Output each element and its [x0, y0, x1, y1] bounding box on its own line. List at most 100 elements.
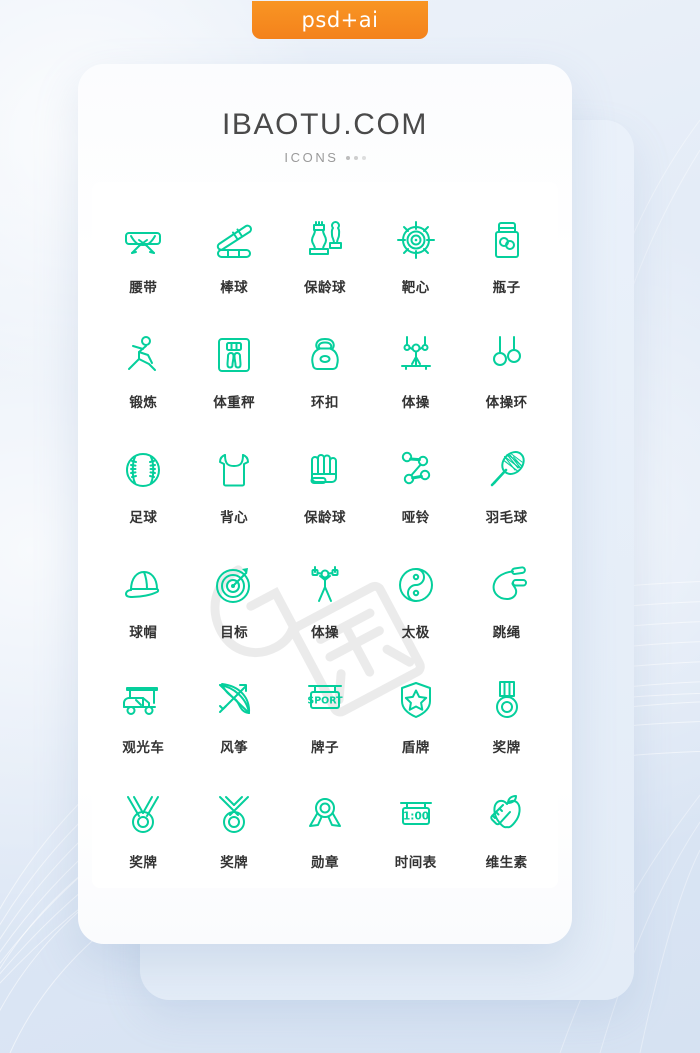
icon-label: 体重秤: [213, 395, 256, 411]
icon-label: 奖牌: [220, 855, 249, 871]
icon-cell[interactable]: 球帽: [98, 559, 189, 644]
icon-set-card: IBAOTU.COM ICONS 腰带 棒球 保龄球 靶心 瓶子 锻炼 体重秤 …: [78, 64, 572, 944]
baseball-bat-icon: [210, 214, 258, 266]
stretching-person-icon: [119, 329, 167, 381]
icon-label: 球帽: [129, 625, 158, 641]
gymnast-rings-icon: [392, 329, 440, 381]
icon-label: 勋章: [310, 855, 339, 871]
icon-cell[interactable]: 保龄球: [280, 444, 371, 529]
icon-label: 目标: [220, 625, 249, 641]
shield-star-icon: [392, 674, 440, 726]
icon-label: 风筝: [220, 740, 249, 756]
dumbbells-icon: [392, 444, 440, 496]
icon-cell[interactable]: 目标: [189, 559, 280, 644]
icon-cell[interactable]: 环扣: [280, 329, 371, 414]
icon-cell[interactable]: 靶心: [370, 214, 461, 299]
kettlebell-icon: [301, 329, 349, 381]
golf-cart-icon: [119, 674, 167, 726]
icon-cell[interactable]: 观光车: [98, 674, 189, 759]
icon-cell[interactable]: 哑铃: [370, 444, 461, 529]
icon-cell[interactable]: 瓶子: [461, 214, 552, 299]
icon-label: 体操: [401, 395, 430, 411]
icon-cell[interactable]: 维生素: [461, 789, 552, 874]
racket-icon: [483, 444, 531, 496]
psd-ai-badge: psd+ai: [252, 1, 428, 39]
medal-vneck-icon: [119, 789, 167, 841]
icon-cell[interactable]: 足球: [98, 444, 189, 529]
icon-cell[interactable]: 盾牌: [370, 674, 461, 759]
bowling-pins-icon: [301, 214, 349, 266]
jump-rope-icon: [483, 559, 531, 611]
icon-label: 保龄球: [303, 280, 346, 296]
card-subtitle-text: ICONS: [284, 150, 339, 165]
icon-cell[interactable]: 羽毛球: [461, 444, 552, 529]
badge-rosette-icon: [301, 789, 349, 841]
icon-cell[interactable]: 奖牌: [461, 674, 552, 759]
icon-grid: 腰带 棒球 保龄球 靶心 瓶子 锻炼 体重秤 环扣 体操 体操环 足球 背心 保…: [78, 214, 572, 874]
gymnastic-rings-icon: [483, 329, 531, 381]
icon-label: 体操: [310, 625, 339, 641]
weightlifter-icon: [301, 559, 349, 611]
icon-cell[interactable]: 背心: [189, 444, 280, 529]
tank-top-icon: [210, 444, 258, 496]
icon-label: 时间表: [394, 855, 437, 871]
yin-yang-icon: [392, 559, 440, 611]
weight-scale-icon: [210, 329, 258, 381]
icon-cell[interactable]: 锻炼: [98, 329, 189, 414]
medal-crossed-icon: [210, 789, 258, 841]
icon-label: 盾牌: [401, 740, 430, 756]
fist-icon: [301, 444, 349, 496]
icon-label: 体操环: [485, 395, 528, 411]
icon-label: 锻炼: [129, 395, 158, 411]
icon-cell[interactable]: 奖牌: [98, 789, 189, 874]
target-dart-icon: [210, 559, 258, 611]
supplement-bottle-icon: [483, 214, 531, 266]
icon-cell[interactable]: 保龄球: [280, 214, 371, 299]
icon-label: 瓶子: [492, 280, 521, 296]
belt-icon: [119, 214, 167, 266]
card-header: IBAOTU.COM ICONS: [78, 64, 572, 165]
timer-sign-text: 1:00: [403, 811, 429, 823]
icon-cell[interactable]: 体重秤: [189, 329, 280, 414]
cap-icon: [119, 559, 167, 611]
bullseye-icon: [392, 214, 440, 266]
icon-cell[interactable]: 1:00 时间表: [370, 789, 461, 874]
icon-label: 太极: [401, 625, 430, 641]
icon-label: 腰带: [129, 280, 158, 296]
page-title: IBAOTU.COM: [221, 108, 428, 141]
icon-cell[interactable]: 太极: [370, 559, 461, 644]
icon-cell[interactable]: 跳绳: [461, 559, 552, 644]
icon-label: 靶心: [401, 280, 430, 296]
bow-arrow-icon: [210, 674, 258, 726]
sport-sign-icon: SPORT: [301, 674, 349, 726]
baseball-icon: [119, 444, 167, 496]
icon-label: 跳绳: [492, 625, 521, 641]
icon-label: 足球: [129, 510, 158, 526]
icon-label: 维生素: [485, 855, 528, 871]
icon-label: 保龄球: [303, 510, 346, 526]
ellipsis-dots-icon: [345, 155, 366, 160]
icon-cell[interactable]: 腰带: [98, 214, 189, 299]
timer-sign-icon: 1:00: [392, 789, 440, 841]
icon-label: 哑铃: [401, 510, 430, 526]
icon-label: 羽毛球: [485, 510, 528, 526]
medal-ribbon-icon: [483, 674, 531, 726]
icon-cell[interactable]: 棒球: [189, 214, 280, 299]
apple-tape-icon: [483, 789, 531, 841]
icon-cell[interactable]: SPORT 牌子: [280, 674, 371, 759]
sport-sign-text: SPORT: [307, 696, 343, 707]
icon-label: 牌子: [310, 740, 339, 756]
icon-label: 奖牌: [129, 855, 158, 871]
icon-label: 环扣: [310, 395, 339, 411]
icon-cell[interactable]: 勋章: [280, 789, 371, 874]
icon-cell[interactable]: 体操: [280, 559, 371, 644]
icon-cell[interactable]: 体操: [370, 329, 461, 414]
card-subtitle: ICONS: [78, 150, 572, 165]
icon-label: 棒球: [220, 280, 249, 296]
icon-cell[interactable]: 体操环: [461, 329, 552, 414]
icon-label: 奖牌: [492, 740, 521, 756]
icon-cell[interactable]: 奖牌: [189, 789, 280, 874]
icon-cell[interactable]: 风筝: [189, 674, 280, 759]
icon-label: 观光车: [122, 740, 165, 756]
icon-label: 背心: [220, 510, 249, 526]
